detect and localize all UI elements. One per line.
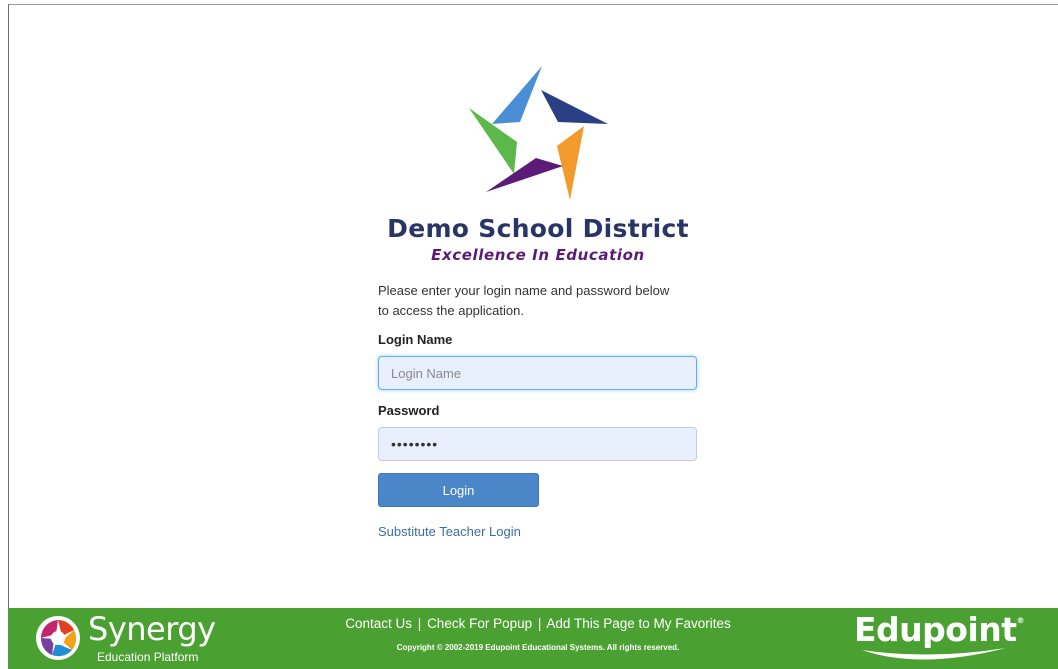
star-orange-shard — [557, 126, 584, 200]
synergy-wordmark: Synergy — [88, 610, 216, 648]
substitute-teacher-login-link[interactable]: Substitute Teacher Login — [378, 524, 521, 539]
password-input[interactable] — [378, 427, 697, 461]
login-name-label: Login Name — [378, 332, 453, 347]
edupoint-logo: Edupoint® — [854, 610, 1025, 649]
edupoint-swoosh-icon — [862, 648, 1006, 660]
footer-links: Contact Us | Check For Popup | Add This … — [288, 616, 788, 631]
footer: Synergy Education Platform Contact Us | … — [8, 608, 1058, 669]
login-button[interactable]: Login — [378, 473, 539, 507]
star-blue-shard — [492, 66, 542, 124]
login-instructions: Please enter your login name and passwor… — [378, 283, 670, 318]
synergy-subtitle: Education Platform — [97, 650, 199, 664]
login-name-input[interactable] — [378, 356, 697, 390]
footer-link-separator: | — [417, 616, 422, 631]
star-logo-icon — [469, 66, 608, 200]
copyright-notice: Copyright © 2002-2019 Edupoint Education… — [396, 643, 680, 652]
star-navy-shard — [541, 90, 608, 124]
star-purple-shard — [486, 158, 563, 192]
footer-link-separator: | — [537, 616, 542, 631]
district-name: Demo School District — [387, 214, 689, 243]
check-for-popup-link[interactable]: Check For Popup — [427, 616, 532, 631]
synergy-logo-icon — [36, 616, 80, 660]
district-tagline: Excellence In Education — [431, 246, 645, 264]
registered-mark: ® — [1016, 616, 1025, 625]
add-to-favorites-link[interactable]: Add This Page to My Favorites — [546, 616, 730, 631]
password-label: Password — [378, 403, 440, 418]
contact-us-link[interactable]: Contact Us — [345, 616, 412, 631]
edupoint-wordmark: Edupoint — [854, 610, 1017, 649]
